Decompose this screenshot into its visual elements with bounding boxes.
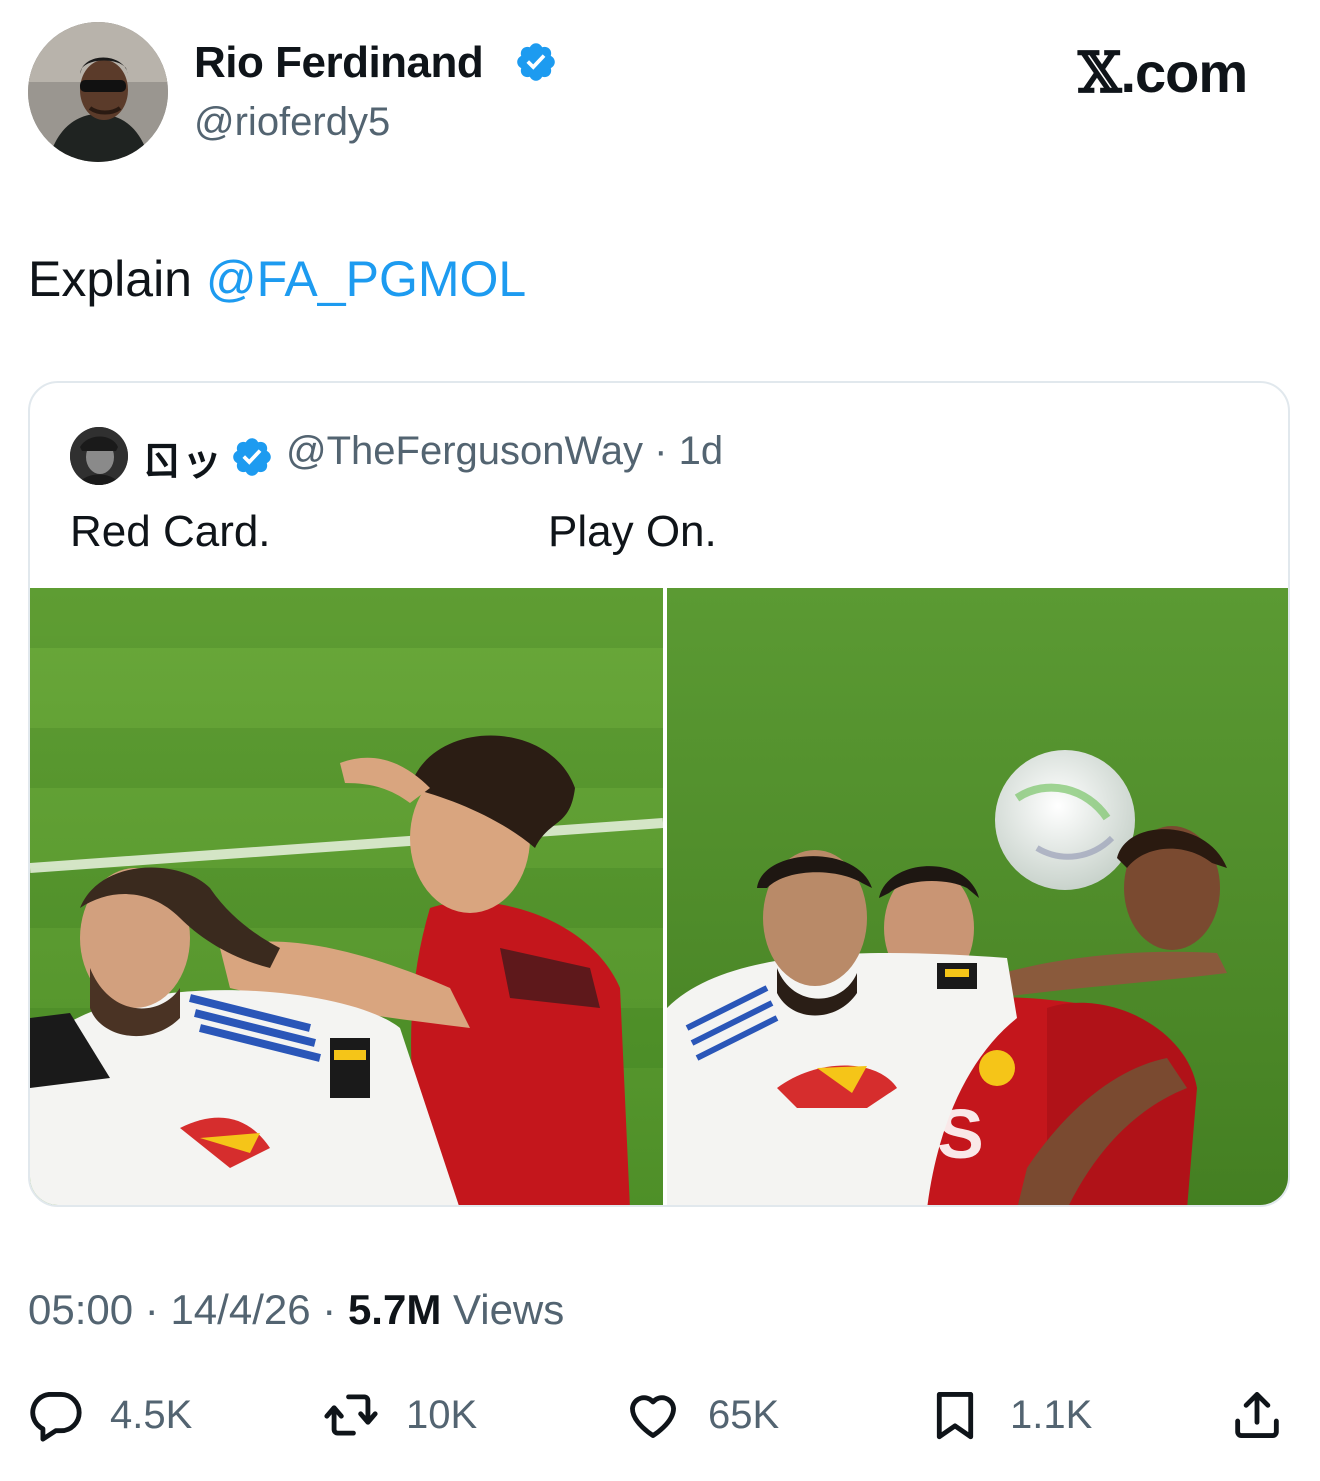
brand-watermark: 𝕏.com <box>1078 40 1248 106</box>
x-logo-icon: 𝕏 <box>1078 40 1121 106</box>
brand-suffix: .com <box>1120 41 1248 104</box>
quoted-caption-right: Play On. <box>548 507 717 556</box>
quoted-author-photo <box>70 427 128 485</box>
tweet-meta: 05:00 · 14/4/26 · 5.7M Views <box>28 1286 564 1334</box>
reply-icon <box>30 1392 82 1442</box>
author-photo <box>28 22 168 162</box>
share-button[interactable] <box>1228 1380 1286 1450</box>
quoted-author-avatar[interactable] <box>70 427 128 485</box>
author-name[interactable]: Rio Ferdinand <box>194 38 484 88</box>
reply-count: 4.5K <box>110 1392 193 1437</box>
views-label: Views <box>452 1286 565 1333</box>
views-count: 5.7M <box>347 1286 442 1333</box>
heart-icon <box>630 1395 676 1438</box>
media-image-left[interactable] <box>30 588 663 1205</box>
author-avatar[interactable] <box>28 22 168 162</box>
quoted-tweet-card[interactable]: ㄖッ @TheFergusonWay · 1d Red Card. Play O… <box>28 381 1290 1207</box>
verified-badge-icon <box>230 435 274 479</box>
bookmark-count: 1.1K <box>1010 1392 1093 1437</box>
quoted-meta: @TheFergusonWay · 1d <box>286 429 723 474</box>
like-button[interactable]: 65K <box>624 1380 779 1450</box>
like-count: 65K <box>708 1392 780 1437</box>
meta-separator: · <box>144 1286 159 1333</box>
tweet-time[interactable]: 05:00 <box>28 1286 133 1333</box>
author-handle[interactable]: @rioferdy5 <box>194 100 390 145</box>
bookmark-button[interactable]: 1.1K <box>926 1380 1092 1450</box>
repost-icon <box>324 1394 378 1436</box>
media-image-right[interactable]: S <box>667 588 1288 1205</box>
quoted-caption-left: Red Card. <box>70 507 271 556</box>
tweet-text-prefix: Explain <box>28 251 206 307</box>
meta-separator: · <box>322 1286 337 1333</box>
football-photo-left <box>30 588 663 1205</box>
repost-button[interactable]: 10K <box>322 1380 477 1450</box>
share-icon <box>1235 1392 1279 1438</box>
meta-separator: · <box>654 429 668 473</box>
quoted-author-name[interactable]: ㄖッ <box>142 429 222 487</box>
reply-button[interactable]: 4.5K <box>26 1380 192 1450</box>
repost-count: 10K <box>406 1392 478 1437</box>
tweet-date[interactable]: 14/4/26 <box>170 1286 310 1333</box>
tweet-text: Explain @FA_PGMOL <box>28 250 526 308</box>
bookmark-icon <box>936 1392 974 1440</box>
football-photo-right: S <box>667 588 1288 1205</box>
quoted-age[interactable]: 1d <box>679 429 724 473</box>
verified-badge-icon <box>514 40 558 84</box>
quoted-author-handle[interactable]: @TheFergusonWay <box>286 429 643 473</box>
mention-link[interactable]: @FA_PGMOL <box>206 251 526 307</box>
